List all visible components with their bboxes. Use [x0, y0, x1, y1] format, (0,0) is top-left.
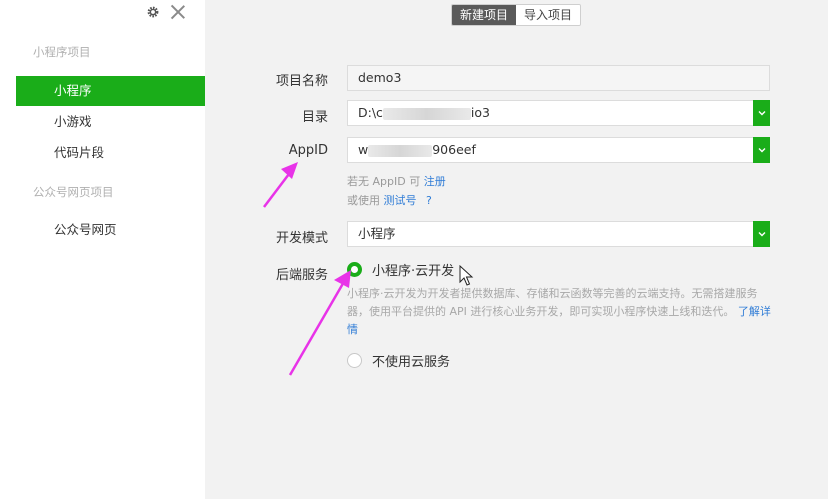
appid-dropdown-button[interactable]: [753, 137, 770, 163]
sidebar-item-snippet[interactable]: 代码片段: [16, 138, 205, 168]
test-account-link[interactable]: 测试号: [384, 194, 417, 207]
sidebar-item-minigame[interactable]: 小游戏: [16, 107, 205, 137]
appid-prefix: w: [358, 142, 369, 157]
directory-label: 目录: [301, 110, 328, 125]
appid-suffix: 906eef: [432, 142, 476, 157]
sidebar-item-official-web[interactable]: 公众号网页: [16, 215, 205, 245]
dev-mode-value: 小程序: [358, 226, 396, 241]
sidebar-section-official: 公众号网页项目: [33, 185, 114, 199]
directory-dropdown-button[interactable]: [753, 100, 770, 126]
redacted-appid: [368, 144, 433, 157]
cloud-option-label[interactable]: 小程序·云开发: [372, 260, 454, 279]
dev-mode-label: 开发模式: [275, 231, 328, 246]
appid-hint-text: 若无 AppID 可: [347, 175, 421, 188]
appid-hint-text-2: 或使用: [347, 194, 380, 207]
mouse-cursor-icon: [459, 265, 474, 286]
sidebar: 小程序项目 小程序 小游戏 代码片段 公众号网页项目 公众号网页: [0, 0, 205, 499]
close-icon[interactable]: [170, 4, 186, 20]
no-cloud-option-label[interactable]: 不使用云服务: [372, 351, 450, 370]
appid-select[interactable]: w 906eef: [347, 137, 770, 163]
main-panel: 新建项目 导入项目 项目名称 demo3 目录 D:\c io3 AppID w 9…: [205, 0, 828, 499]
project-name-label: 项目名称: [275, 74, 328, 89]
chevron-down-icon: [758, 232, 765, 237]
sidebar-section-miniprogram: 小程序项目: [33, 45, 91, 59]
dev-mode-select[interactable]: 小程序: [347, 221, 770, 247]
project-tabs: 新建项目 导入项目: [451, 4, 582, 26]
tab-import-project[interactable]: 导入项目: [516, 5, 581, 25]
gear-icon[interactable]: [146, 5, 160, 19]
register-link[interactable]: 注册: [424, 175, 446, 188]
cloud-description-text: 小程序·云开发为开发者提供数据库、存储和云函数等完善的云端支持。无需搭建服务器，…: [347, 287, 758, 318]
backend-label: 后端服务: [275, 268, 328, 283]
help-icon[interactable]: ?: [426, 194, 432, 207]
appid-hint-test: 或使用 测试号 ?: [347, 192, 432, 208]
appid-hint-register: 若无 AppID 可 注册: [347, 173, 446, 189]
dev-mode-dropdown-button[interactable]: [753, 221, 770, 247]
cloud-radio[interactable]: [347, 262, 362, 277]
project-name-input[interactable]: demo3: [347, 65, 770, 91]
chevron-down-icon: [758, 111, 765, 116]
sidebar-item-miniprogram[interactable]: 小程序: [16, 76, 205, 106]
project-name-value: demo3: [358, 70, 402, 85]
no-cloud-radio[interactable]: [347, 353, 362, 368]
redacted-path: [382, 107, 471, 120]
cloud-description: 小程序·云开发为开发者提供数据库、存储和云函数等完善的云端支持。无需搭建服务器，…: [347, 285, 777, 339]
directory-select[interactable]: D:\c io3: [347, 100, 770, 126]
directory-suffix: io3: [470, 105, 490, 120]
directory-prefix: D:\c: [358, 105, 383, 120]
chevron-down-icon: [758, 148, 765, 153]
window-tools: [146, 4, 186, 20]
tab-new-project[interactable]: 新建项目: [452, 5, 517, 25]
appid-label: AppID: [288, 143, 328, 158]
